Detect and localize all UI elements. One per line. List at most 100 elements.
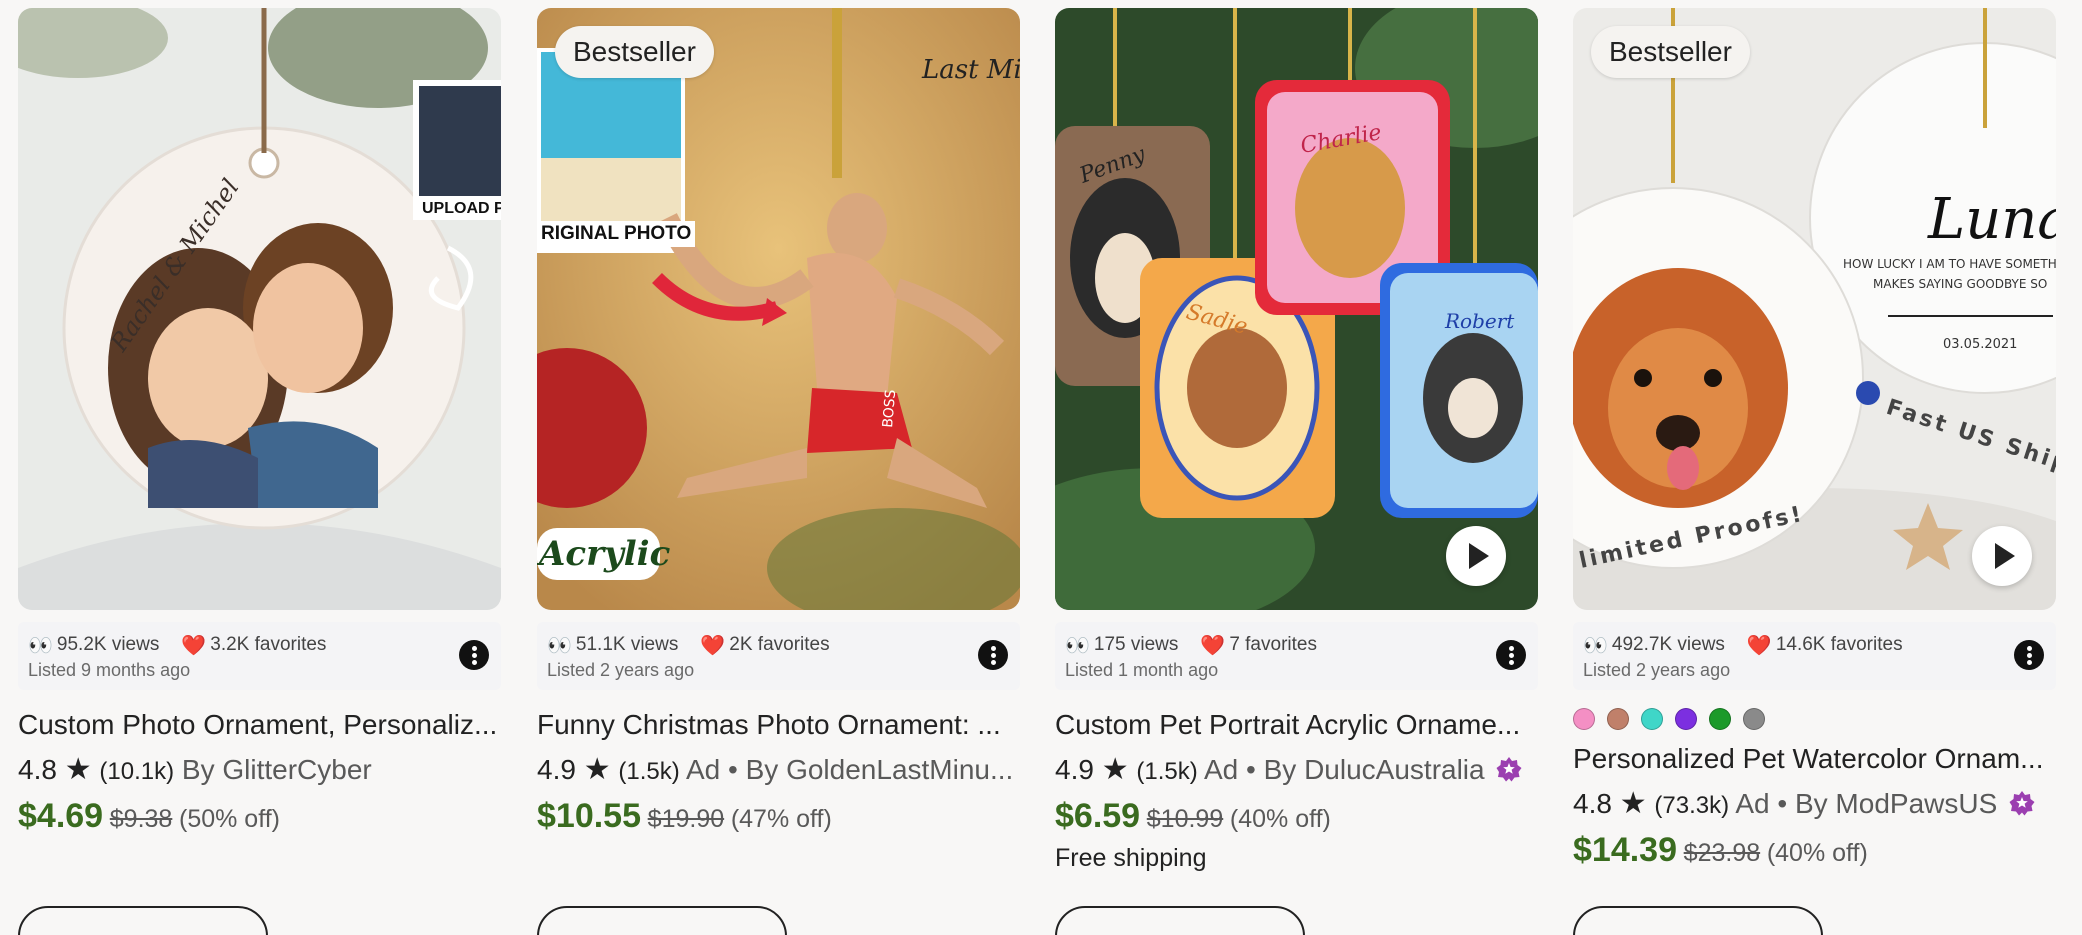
favorites-count: 7 favorites <box>1229 634 1317 655</box>
product-title[interactable]: Personalized Pet Watercolor Ornam... <box>1573 742 2056 776</box>
eyes-icon: 👀 <box>1065 634 1090 657</box>
original-price: $23.98 <box>1683 839 1761 867</box>
shop-name[interactable]: By DulucAustralia <box>1264 754 1485 785</box>
ornament-quote: MAKES SAYING GOODBYE SO <box>1873 277 2047 291</box>
color-swatch[interactable] <box>1743 708 1765 730</box>
product-image[interactable]: Penny Charlie Sadie Robert <box>1055 8 1538 610</box>
star-icon: ★ <box>583 753 611 786</box>
color-swatches <box>1573 708 2056 730</box>
rating-value: 4.9 <box>1055 754 1094 785</box>
discount: (47% off) <box>730 805 832 833</box>
views-count: 492.7K views <box>1611 634 1725 655</box>
sale-price: $6.59 <box>1055 797 1141 835</box>
star-seller-badge-icon <box>1496 757 1522 782</box>
add-to-cart-button[interactable] <box>1573 906 1823 935</box>
stats-panel: 👀 492.7K views ❤️ 14.6K favorites Listed… <box>1573 622 2056 690</box>
pet-watercolor-ornament-illustration: Luna HOW LUCKY I AM TO HAVE SOMETH MAKES… <box>1573 8 2056 610</box>
shop-name[interactable]: By GlitterCyber <box>182 754 372 785</box>
views-count: 51.1K views <box>575 634 679 655</box>
corner-text: Last Minute GIFTS <box>921 55 1020 85</box>
listed-date: Listed 9 months ago <box>28 660 191 680</box>
stats-panel: 👀 175 views ❤️ 7 favorites Listed 1 mont… <box>1055 622 1538 690</box>
discount: (50% off) <box>179 805 280 833</box>
sale-price: $14.39 <box>1573 831 1677 869</box>
original-price: $19.90 <box>647 805 725 833</box>
review-count: (1.5k) <box>618 758 680 785</box>
more-options-icon[interactable] <box>2014 640 2044 670</box>
rating-value: 4.8 <box>18 754 57 785</box>
favorites-count: 2K favorites <box>729 634 830 655</box>
jumping-man-ornament-illustration: Last Minute GIFTS BOSS <box>537 8 1020 610</box>
image-script: Acrylic <box>539 534 671 574</box>
price-row: $6.59 $10.99 (40% off) <box>1055 796 1538 836</box>
product-title[interactable]: Custom Pet Portrait Acrylic Orname... <box>1055 708 1538 742</box>
star-icon: ★ <box>1101 753 1129 786</box>
eyes-icon: 👀 <box>1583 634 1608 657</box>
more-options-icon[interactable] <box>459 640 489 670</box>
product-card[interactable]: Penny Charlie Sadie Robert 👀 175 views ❤… <box>1055 8 1538 873</box>
play-icon[interactable] <box>1446 526 1506 586</box>
star-icon: ★ <box>64 753 92 786</box>
price-row: $14.39 $23.98 (40% off) <box>1573 830 2056 870</box>
ad-label: Ad • <box>1735 788 1788 819</box>
heart-icon: ❤️ <box>1200 634 1226 657</box>
price-row: $10.55 $19.90 (47% off) <box>537 796 1020 836</box>
play-icon[interactable] <box>1972 526 2032 586</box>
review-count: (1.5k) <box>1136 758 1198 785</box>
review-count: (10.1k) <box>99 758 175 785</box>
listed-date: Listed 1 month ago <box>1065 660 1219 680</box>
color-swatch[interactable] <box>1607 708 1629 730</box>
rating-row: 4.8 ★ (73.3k) Ad • By ModPawsUS <box>1573 786 2056 822</box>
heart-icon: ❤️ <box>1746 634 1772 657</box>
image-caption: RIGINAL PHOTO <box>537 221 696 247</box>
rating-value: 4.8 <box>1573 788 1612 819</box>
star-seller-badge-icon <box>2009 791 2035 816</box>
eyes-icon: 👀 <box>28 634 53 657</box>
product-image[interactable]: Last Minute GIFTS BOSS Bestseller RIGINA… <box>537 8 1020 610</box>
views-count: 95.2K views <box>56 634 160 655</box>
sale-price: $4.69 <box>18 797 104 835</box>
add-to-cart-button[interactable] <box>18 906 268 935</box>
product-title[interactable]: Custom Photo Ornament, Personaliz... <box>18 708 501 742</box>
color-swatch[interactable] <box>1573 708 1595 730</box>
more-options-icon[interactable] <box>978 640 1008 670</box>
original-price: $10.99 <box>1146 805 1224 833</box>
color-swatch[interactable] <box>1709 708 1731 730</box>
price-row: $4.69 $9.38 (50% off) <box>18 796 501 836</box>
add-to-cart-button[interactable] <box>537 906 787 935</box>
ornament-photo-illustration: Rachel & Michel <box>18 8 501 610</box>
product-card[interactable]: Luna HOW LUCKY I AM TO HAVE SOMETH MAKES… <box>1573 8 2056 870</box>
product-image[interactable]: Rachel & Michel UPLOAD PHO <box>18 8 501 610</box>
original-price: $9.38 <box>109 805 173 833</box>
more-options-icon[interactable] <box>1496 640 1526 670</box>
color-swatch[interactable] <box>1641 708 1663 730</box>
review-count: (73.3k) <box>1654 792 1730 819</box>
ornament-date: 03.05.2021 <box>1943 337 2017 352</box>
listed-date: Listed 2 years ago <box>1583 660 1731 680</box>
ad-label: Ad • <box>686 754 738 785</box>
star-icon: ★ <box>1619 787 1647 820</box>
sale-price: $10.55 <box>537 797 641 835</box>
product-title[interactable]: Funny Christmas Photo Ornament: ... <box>537 708 1020 742</box>
product-grid: Rachel & Michel UPLOAD PHO 👀 95.2K views… <box>0 0 2082 935</box>
color-swatch[interactable] <box>1675 708 1697 730</box>
rating-value: 4.9 <box>537 754 576 785</box>
shop-name[interactable]: By ModPawsUS <box>1795 788 1997 819</box>
product-card[interactable]: Rachel & Michel UPLOAD PHO 👀 95.2K views… <box>18 8 501 836</box>
rating-row: 4.8 ★ (10.1k) By GlitterCyber <box>18 752 501 788</box>
discount: (40% off) <box>1229 805 1331 833</box>
heart-icon: ❤️ <box>181 634 207 657</box>
listed-date: Listed 2 years ago <box>547 660 695 680</box>
shorts-text: BOSS <box>880 389 899 429</box>
bestseller-badge: Bestseller <box>1591 26 1750 78</box>
bestseller-badge: Bestseller <box>555 26 714 78</box>
shop-name[interactable]: By GoldenLastMinu... <box>746 754 1014 785</box>
pet-name: Robert <box>1444 309 1515 333</box>
pet-portrait-ornaments-illustration: Penny Charlie Sadie Robert <box>1055 8 1538 610</box>
ornament-quote: HOW LUCKY I AM TO HAVE SOMETH <box>1843 257 2056 271</box>
eyes-icon: 👀 <box>547 634 572 657</box>
add-to-cart-button[interactable] <box>1055 906 1305 935</box>
product-card[interactable]: Last Minute GIFTS BOSS Bestseller RIGINA… <box>537 8 1020 836</box>
product-image[interactable]: Luna HOW LUCKY I AM TO HAVE SOMETH MAKES… <box>1573 8 2056 610</box>
free-shipping-label: Free shipping <box>1055 844 1207 872</box>
